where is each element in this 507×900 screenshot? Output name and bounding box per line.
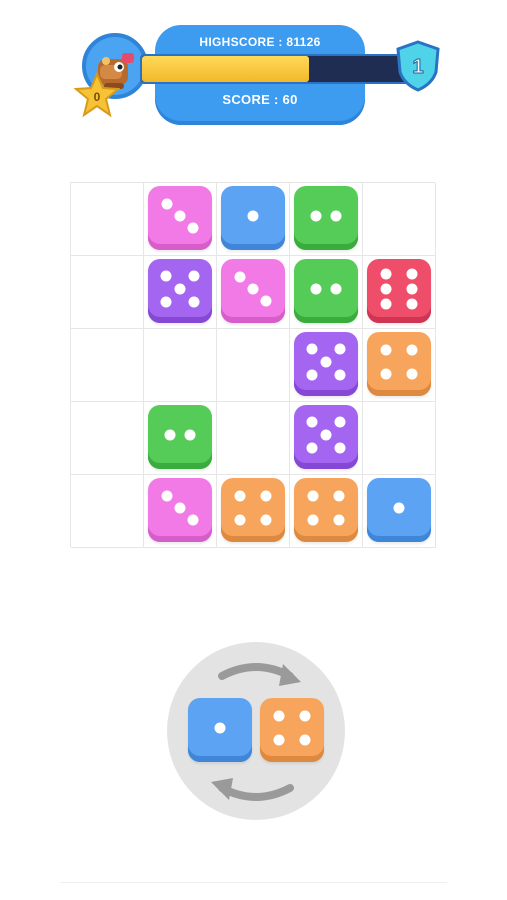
die-pip (406, 283, 418, 295)
die-pip (164, 429, 176, 441)
die-pip (234, 271, 246, 283)
die-pip (161, 490, 173, 502)
die-pip (406, 268, 418, 280)
die-pip (307, 490, 319, 502)
die-pink-3 (148, 186, 212, 250)
die-pip (187, 514, 199, 526)
board-cell[interactable] (217, 329, 290, 402)
die-purple-5 (294, 332, 358, 396)
die-pip (299, 734, 311, 746)
die-purple-5 (294, 405, 358, 469)
die-green-2 (294, 259, 358, 323)
die-pip (306, 416, 318, 428)
die-pip (306, 442, 318, 454)
die-pip (380, 283, 392, 295)
die-pip (247, 210, 259, 222)
die-pip (174, 210, 186, 222)
die-pip (307, 514, 319, 526)
die-pip (333, 514, 345, 526)
die-pip (187, 222, 199, 234)
level-progress-fill (142, 56, 310, 82)
die-pip (334, 343, 346, 355)
die-pip (306, 343, 318, 355)
die-pip (393, 502, 405, 514)
die-pip (260, 514, 272, 526)
die-pip (247, 283, 259, 295)
die-pip (184, 429, 196, 441)
rotate-button[interactable] (167, 642, 345, 820)
die-pip (380, 344, 392, 356)
die-blue-1 (367, 478, 431, 542)
die-pip (380, 268, 392, 280)
die-pip (406, 344, 418, 356)
die-pip (380, 298, 392, 310)
score-label: SCORE : 60 (222, 92, 298, 107)
die-blue-1 (221, 186, 285, 250)
die-pip (380, 368, 392, 380)
die-pip (299, 710, 311, 722)
die-pip (160, 270, 172, 282)
die-green-2 (148, 405, 212, 469)
level-progress-bar (140, 54, 414, 84)
highscore-label: HIGHSCORE : 81126 (199, 35, 321, 49)
die-pip (333, 490, 345, 502)
die-pip (330, 210, 342, 222)
die-pip (188, 296, 200, 308)
level-number: 1 (412, 56, 423, 78)
hud: 0 HIGHSCORE : 81126 SCORE : 60 1 (0, 0, 507, 140)
die-pip (406, 368, 418, 380)
die-pip (260, 295, 272, 307)
board-cell[interactable] (217, 402, 290, 475)
die-pip (406, 298, 418, 310)
die-purple-5 (148, 259, 212, 323)
die-pink-3 (148, 478, 212, 542)
die-pip (174, 502, 186, 514)
die-pip (334, 369, 346, 381)
board-cell[interactable] (144, 329, 217, 402)
game-board[interactable] (70, 182, 436, 548)
die-blue-1 (188, 698, 252, 762)
die-orange-4 (294, 478, 358, 542)
board-cell[interactable] (363, 183, 436, 256)
die-orange-4 (367, 332, 431, 396)
die-pip (273, 710, 285, 722)
die-pip (310, 210, 322, 222)
shield-icon: 1 (396, 40, 440, 92)
die-pip (188, 270, 200, 282)
die-pip (234, 490, 246, 502)
die-pip (161, 198, 173, 210)
die-pip (160, 296, 172, 308)
die-green-2 (294, 186, 358, 250)
die-pip (214, 722, 226, 734)
die-orange-4 (260, 698, 324, 762)
die-pip (260, 490, 272, 502)
board-cell[interactable] (71, 183, 144, 256)
board-cell[interactable] (71, 329, 144, 402)
die-pip (174, 283, 186, 295)
die-pip (234, 514, 246, 526)
die-pip (273, 734, 285, 746)
die-pip (310, 283, 322, 295)
divider (60, 882, 447, 883)
board-cell[interactable] (363, 402, 436, 475)
star-icon: 0 (74, 72, 120, 118)
die-pip (306, 369, 318, 381)
die-pip (334, 442, 346, 454)
die-red-6 (367, 259, 431, 323)
board-cell[interactable] (71, 475, 144, 548)
die-pink-3 (221, 259, 285, 323)
star-count: 0 (94, 90, 101, 104)
board-cell[interactable] (71, 402, 144, 475)
die-orange-4 (221, 478, 285, 542)
die-pip (320, 356, 332, 368)
die-pip (320, 429, 332, 441)
die-pip (330, 283, 342, 295)
die-pip (334, 416, 346, 428)
board-cell[interactable] (71, 256, 144, 329)
